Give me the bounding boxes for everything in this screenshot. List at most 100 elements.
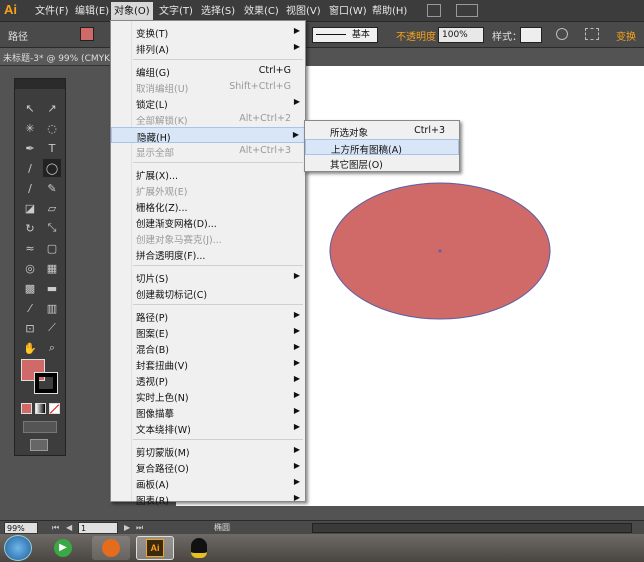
artboard-tool-icon[interactable]: ⊡ [21,319,39,337]
firefox-icon[interactable] [92,536,130,560]
object-menu-item[interactable]: 混合(B) ▶ [111,340,305,356]
object-menu-item[interactable]: 隐藏(H) ▶ [111,127,305,144]
menu-help[interactable]: 帮助(H) [369,4,410,20]
artboard-number-input[interactable]: 1 [78,522,118,534]
graph-tool-icon[interactable]: ▥ [43,299,61,317]
gradient-tool-icon[interactable]: ▬ [43,279,61,297]
scale-tool-icon[interactable]: ⤡ [43,219,61,237]
screen-mode-icon[interactable] [30,439,48,451]
object-menu-item[interactable]: 全部解锁(K) Alt+Ctrl+2 [111,111,305,127]
object-menu-item[interactable]: 栅格化(Z)... [111,198,305,214]
gradient-mode-button[interactable] [35,403,46,414]
previous-artboard-icon[interactable]: ◀ [66,523,72,532]
align-icon[interactable] [585,28,599,40]
illustrator-taskbar-icon[interactable]: Ai [136,536,174,560]
eraser-tool-icon[interactable]: ▱ [43,199,61,217]
pen-tool-icon[interactable]: ✒ [21,139,39,157]
opacity-input[interactable]: 100% [438,27,484,43]
ellipse-tool-icon[interactable]: ◯ [43,159,61,177]
none-mode-button[interactable] [49,403,60,414]
object-menu-item[interactable]: 变换(T) ▶ [111,24,305,40]
pencil-tool-icon[interactable]: ✎ [43,179,61,197]
object-menu-item[interactable]: 复合路径(O) ▶ [111,459,305,475]
object-menu-item[interactable]: 拼合透明度(F)... [111,246,305,262]
object-menu-item[interactable]: 扩展(X)... [111,166,305,182]
object-menu-item[interactable]: 剪切蒙版(M) ▶ [111,443,305,459]
object-menu-item[interactable]: 编组(G) Ctrl+G [111,63,305,79]
hand-tool-icon[interactable]: ✋ [21,339,39,357]
next-artboard-icon[interactable]: ▶ [124,523,130,532]
object-menu-item[interactable]: 画板(A) ▶ [111,475,305,491]
menu-effect[interactable]: 效果(C) [241,4,282,20]
object-menu-item[interactable]: 排列(A) ▶ [111,40,305,56]
bridge-icon[interactable] [427,4,441,17]
lasso-tool-icon[interactable]: ◌ [43,119,61,137]
last-artboard-icon[interactable]: ⏭ [136,523,143,533]
horizontal-scrollbar[interactable] [312,523,632,533]
warp-tool-icon[interactable]: ≈ [21,239,39,257]
arrange-documents-icon[interactable] [456,4,478,17]
object-menu-item[interactable]: 创建对象马赛克(J)... [111,230,305,246]
paintbrush-tool-icon[interactable]: ∕ [21,179,39,197]
object-menu-item[interactable]: 创建渐变网格(D)... [111,214,305,230]
opacity-label[interactable]: 不透明度 [396,28,436,43]
object-menu: 变换(T) ▶ 排列(A) ▶ 编组(G) Ctrl+G 取消编组(U) Shift+Ctrl… [110,20,306,507]
submenu-arrow-icon: ▶ [293,310,300,319]
object-menu-item[interactable]: 透视(P) ▶ [111,372,305,388]
qq-icon[interactable] [180,536,218,560]
stroke-profile-dropdown[interactable]: 基本 [312,27,378,43]
blob-brush-tool-icon[interactable]: ◪ [21,199,39,217]
zoom-tool-icon[interactable]: ⌕ [43,339,61,357]
line-tool-icon[interactable]: / [21,159,39,177]
drawing-modes-icon[interactable] [23,421,57,433]
rotate-tool-icon[interactable]: ↻ [21,219,39,237]
perspective-grid-tool-icon[interactable]: ▩ [21,279,39,297]
start-button-icon[interactable] [4,535,32,561]
eyedropper-tool-icon[interactable]: ⁄ [21,299,39,317]
object-menu-item[interactable]: 文本绕排(W) ▶ [111,420,305,436]
object-menu-item[interactable]: 显示全部 Alt+Ctrl+3 [111,143,305,159]
submenu-arrow-icon: ▶ [293,271,300,280]
object-menu-item[interactable]: 锁定(L) ▶ [111,95,305,111]
object-menu-item[interactable]: 图像描摹 ▶ [111,404,305,420]
object-menu-item[interactable]: 切片(S) ▶ [111,269,305,285]
hide-all-artwork-above-item[interactable]: 上方所有图稿(A) [305,139,459,156]
menu-select[interactable]: 选择(S) [198,4,238,20]
selection-tool-icon[interactable]: ↖ [21,99,39,117]
magic-wand-tool-icon[interactable]: ✳ [21,119,39,137]
menu-window[interactable]: 窗口(W) [326,4,370,20]
menu-object[interactable]: 对象(O) [111,2,153,22]
hide-other-layers-item[interactable]: 其它图层(O) [305,155,459,171]
menu-view[interactable]: 视图(V) [283,4,324,20]
object-menu-item[interactable]: 路径(P) ▶ [111,308,305,324]
live-paint-tool-icon[interactable]: ▦ [43,259,61,277]
direct-selection-tool-icon[interactable]: ↗ [43,99,61,117]
recolor-icon[interactable] [556,28,568,40]
object-menu-item[interactable]: 封套扭曲(V) ▶ [111,356,305,372]
document-tab[interactable]: 未标题-3* @ 99% (CMYK [0,48,110,66]
type-tool-icon[interactable]: T [43,139,61,157]
selection-type-label: 路径 [8,32,28,43]
tools-panel-header[interactable] [15,79,65,89]
stroke-swatch[interactable] [34,372,58,394]
graphic-style-swatch[interactable] [520,27,542,43]
transform-link[interactable]: 变换 [616,28,636,43]
fill-color-swatch[interactable] [80,27,94,41]
first-artboard-icon[interactable]: ⏮ [52,523,59,533]
object-menu-item[interactable]: 图表(R) ▶ [111,491,305,507]
color-mode-button[interactable] [21,403,32,414]
object-menu-item[interactable]: 扩展外观(E) [111,182,305,198]
menu-type[interactable]: 文字(T) [156,4,196,20]
free-transform-tool-icon[interactable]: ▢ [43,239,61,257]
menu-file[interactable]: 文件(F) [32,4,72,20]
media-player-icon[interactable]: ▶ [44,536,82,560]
object-menu-item[interactable]: 图案(E) ▶ [111,324,305,340]
object-menu-item[interactable]: 实时上色(N) ▶ [111,388,305,404]
object-menu-item[interactable]: 创建裁切标记(C) [111,285,305,301]
slice-tool-icon[interactable]: ⟋ [43,319,61,337]
object-menu-item[interactable]: 取消编组(U) Shift+Ctrl+G [111,79,305,95]
hide-selection-item[interactable]: 所选对象 Ctrl+3 [305,123,459,139]
menu-edit[interactable]: 编辑(E) [72,4,112,20]
shape-builder-tool-icon[interactable]: ◎ [21,259,39,277]
zoom-level-dropdown[interactable]: 99% [4,522,38,534]
